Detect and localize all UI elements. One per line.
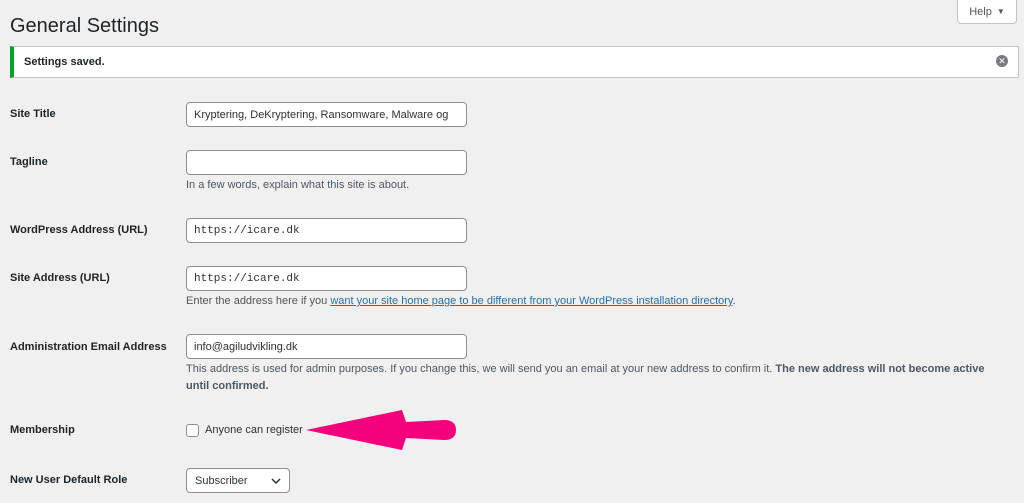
admin-email-description-text: This address is used for admin purposes.… [186,363,776,375]
site-address-description-suffix: . [732,295,736,307]
help-button[interactable]: Help ▼ [957,0,1017,24]
default-role-label: New User Default Role [10,474,128,486]
anyone-can-register-label[interactable]: Anyone can register [205,424,303,436]
chevron-down-icon [271,477,281,484]
annotation-arrow-icon [306,410,456,450]
settings-saved-notice: Settings saved. ✕ [10,46,1019,78]
tagline-description: In a few words, explain what this site i… [186,179,410,191]
wordpress-address-label: WordPress Address (URL) [10,224,148,236]
tagline-label: Tagline [10,156,48,168]
caret-down-icon: ▼ [996,7,1005,16]
admin-email-description: This address is used for admin purposes.… [186,361,1006,395]
site-address-description-text: Enter the address here if you [186,295,331,307]
membership-label: Membership [10,424,75,436]
site-title-label: Site Title [10,108,56,120]
site-title-input[interactable] [186,102,467,127]
anyone-can-register-checkbox[interactable] [186,424,199,437]
admin-email-input[interactable] [186,334,467,359]
site-address-input[interactable] [186,266,467,291]
close-circle-icon[interactable]: ✕ [996,55,1008,67]
default-role-select[interactable]: Subscriber [186,468,290,493]
help-label: Help [969,5,992,18]
default-role-selected: Subscriber [195,474,248,487]
site-address-description: Enter the address here if you want your … [186,293,736,310]
wordpress-address-input[interactable] [186,218,467,243]
notice-message: Settings saved. [24,56,105,68]
site-address-help-link[interactable]: want your site home page to be different… [330,295,732,307]
tagline-input[interactable] [186,150,467,175]
page-title: General Settings [10,15,159,37]
admin-email-label: Administration Email Address [10,341,167,353]
site-address-label: Site Address (URL) [10,272,110,284]
